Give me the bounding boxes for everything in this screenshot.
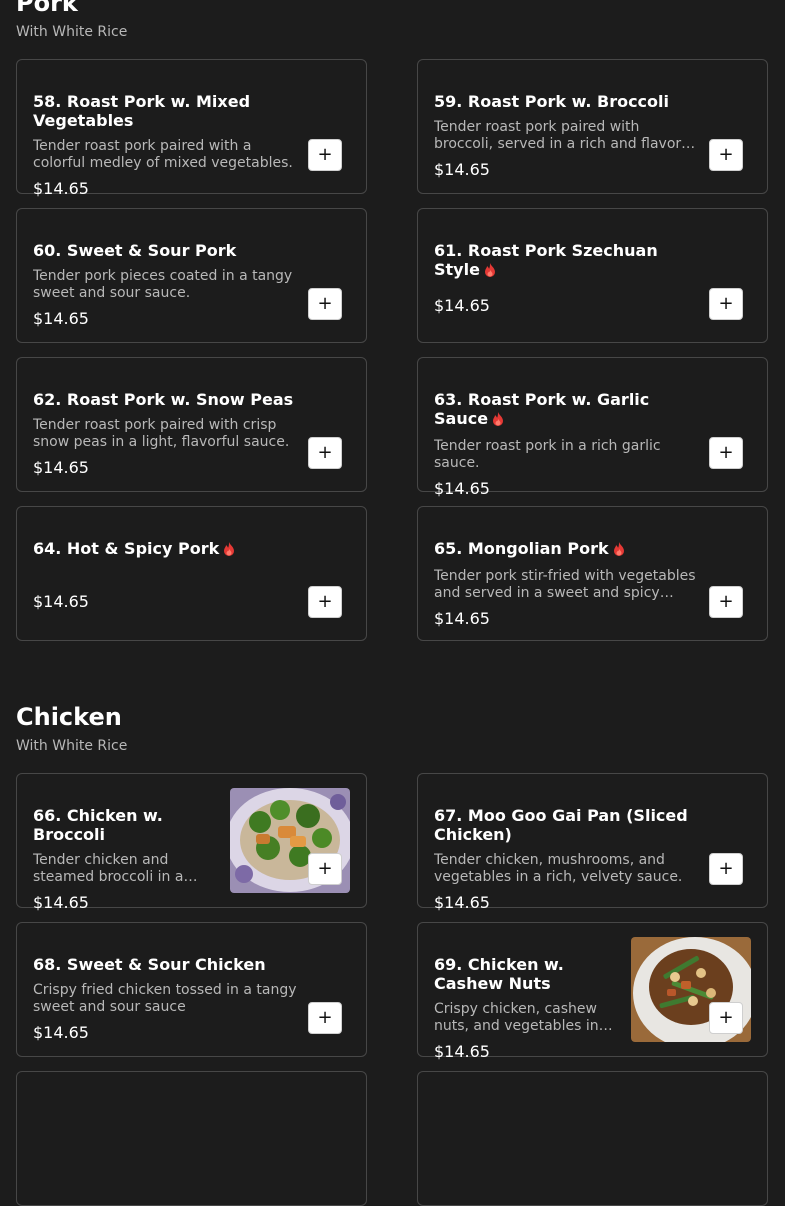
add-to-cart-button[interactable]: + xyxy=(709,586,743,618)
item-description: Tender pork pieces coated in a tangy swe… xyxy=(33,268,293,301)
menu-item-card[interactable]: 69. Chicken w. Cashew Nuts Crispy chicke… xyxy=(417,922,768,1061)
item-description: Crispy chicken, cashew nuts, and vegetab… xyxy=(434,1001,612,1034)
item-name: 69. Chicken w. Cashew Nuts xyxy=(434,955,564,993)
section-title-chicken: Chicken xyxy=(16,703,122,731)
add-to-cart-button[interactable]: + xyxy=(308,853,342,885)
item-name: 58. Roast Pork w. Mixed Vegetables xyxy=(33,92,251,130)
item-description: Tender roast pork in a rich garlic sauce… xyxy=(434,438,661,471)
item-name: 60. Sweet & Sour Pork xyxy=(33,241,237,260)
item-price: $14.65 xyxy=(434,296,490,315)
menu-item-card[interactable]: 67. Moo Goo Gai Pan (Sliced Chicken) Ten… xyxy=(417,773,768,912)
menu-item-card[interactable]: 59. Roast Pork w. Broccoli Tender roast … xyxy=(417,59,768,194)
section-subtitle-pork: With White Rice xyxy=(16,24,128,40)
item-description: Tender chicken and steamed broccoli in a… xyxy=(33,852,184,885)
menu-item-card[interactable]: 64. Hot & Spicy Pork $14.65 + xyxy=(16,506,367,641)
section-title-pork: Pork xyxy=(16,0,78,17)
item-name: 62. Roast Pork w. Snow Peas xyxy=(33,390,294,409)
item-description: Tender pork stir-fried with vegetables a… xyxy=(434,568,696,601)
item-name: 61. Roast Pork Szechuan Style xyxy=(434,241,696,279)
menu-item-card[interactable] xyxy=(417,1071,768,1206)
item-description: Tender chicken, mushrooms, and vegetable… xyxy=(434,852,683,885)
item-price: $14.65 xyxy=(434,479,490,498)
add-to-cart-button[interactable]: + xyxy=(308,437,342,469)
menu-item-card[interactable] xyxy=(16,1071,367,1206)
item-name-text: 63. Roast Pork w. Garlic Sauce xyxy=(434,390,650,428)
spicy-flame-icon xyxy=(493,412,504,426)
item-name: 63. Roast Pork w. Garlic Sauce xyxy=(434,390,696,428)
add-to-cart-button[interactable]: + xyxy=(308,1002,342,1034)
item-price: $14.65 xyxy=(434,893,490,912)
item-price: $14.65 xyxy=(33,309,89,328)
menu-item-card[interactable]: 61. Roast Pork Szechuan Style $14.65 + xyxy=(417,208,768,343)
item-price: $14.65 xyxy=(33,592,89,611)
item-name: 64. Hot & Spicy Pork xyxy=(33,539,295,558)
add-to-cart-button[interactable]: + xyxy=(709,288,743,320)
add-to-cart-button[interactable]: + xyxy=(709,139,743,171)
add-to-cart-button[interactable]: + xyxy=(308,139,342,171)
item-description: Crispy fried chicken tossed in a tangy s… xyxy=(33,982,297,1015)
add-to-cart-button[interactable]: + xyxy=(308,288,342,320)
cashew-chicken-photo[interactable]: + xyxy=(631,937,751,1042)
item-name-text: 65. Mongolian Pork xyxy=(434,539,609,558)
item-price: $14.65 xyxy=(33,893,89,912)
menu-item-card[interactable]: 63. Roast Pork w. Garlic Sauce Tender ro… xyxy=(417,357,768,498)
item-price: $14.65 xyxy=(434,609,490,628)
item-description: Tender roast pork paired with broccoli, … xyxy=(434,119,699,152)
item-name: 59. Roast Pork w. Broccoli xyxy=(434,92,669,111)
spicy-flame-icon xyxy=(224,542,235,556)
spicy-flame-icon xyxy=(613,542,624,556)
menu-item-card[interactable]: 66. Chicken w. Broccoli Tender chicken a… xyxy=(16,773,367,912)
section-subtitle-chicken: With White Rice xyxy=(16,738,128,754)
item-name: 66. Chicken w. Broccoli xyxy=(33,806,163,844)
chicken-broccoli-photo[interactable]: + xyxy=(230,788,350,893)
add-to-cart-button[interactable]: + xyxy=(709,437,743,469)
item-price: $14.65 xyxy=(434,160,490,179)
item-price: $14.65 xyxy=(434,1042,490,1061)
menu-item-card[interactable]: 68. Sweet & Sour Chicken Crispy fried ch… xyxy=(16,922,367,1057)
item-price: $14.65 xyxy=(33,458,89,477)
menu-item-card[interactable]: 58. Roast Pork w. Mixed Vegetables Tende… xyxy=(16,59,367,198)
item-description: Tender roast pork paired with crisp snow… xyxy=(33,417,290,450)
item-name-text: 64. Hot & Spicy Pork xyxy=(33,539,220,558)
add-to-cart-button[interactable]: + xyxy=(709,1002,743,1034)
add-to-cart-button[interactable]: + xyxy=(308,586,342,618)
item-name: 67. Moo Goo Gai Pan (Sliced Chicken) xyxy=(434,806,688,844)
item-name: 68. Sweet & Sour Chicken xyxy=(33,955,266,974)
item-price: $14.65 xyxy=(33,1023,89,1042)
item-name-text: 61. Roast Pork Szechuan Style xyxy=(434,241,658,279)
add-to-cart-button[interactable]: + xyxy=(709,853,743,885)
menu-item-card[interactable]: 65. Mongolian Pork Tender pork stir-frie… xyxy=(417,506,768,641)
menu-item-card[interactable]: 62. Roast Pork w. Snow Peas Tender roast… xyxy=(16,357,367,492)
item-price: $14.65 xyxy=(33,179,89,198)
item-name: 65. Mongolian Pork xyxy=(434,539,696,558)
spicy-flame-icon xyxy=(484,263,495,277)
item-description: Tender roast pork paired with a colorful… xyxy=(33,138,293,171)
menu-item-card[interactable]: 60. Sweet & Sour Pork Tender pork pieces… xyxy=(16,208,367,343)
